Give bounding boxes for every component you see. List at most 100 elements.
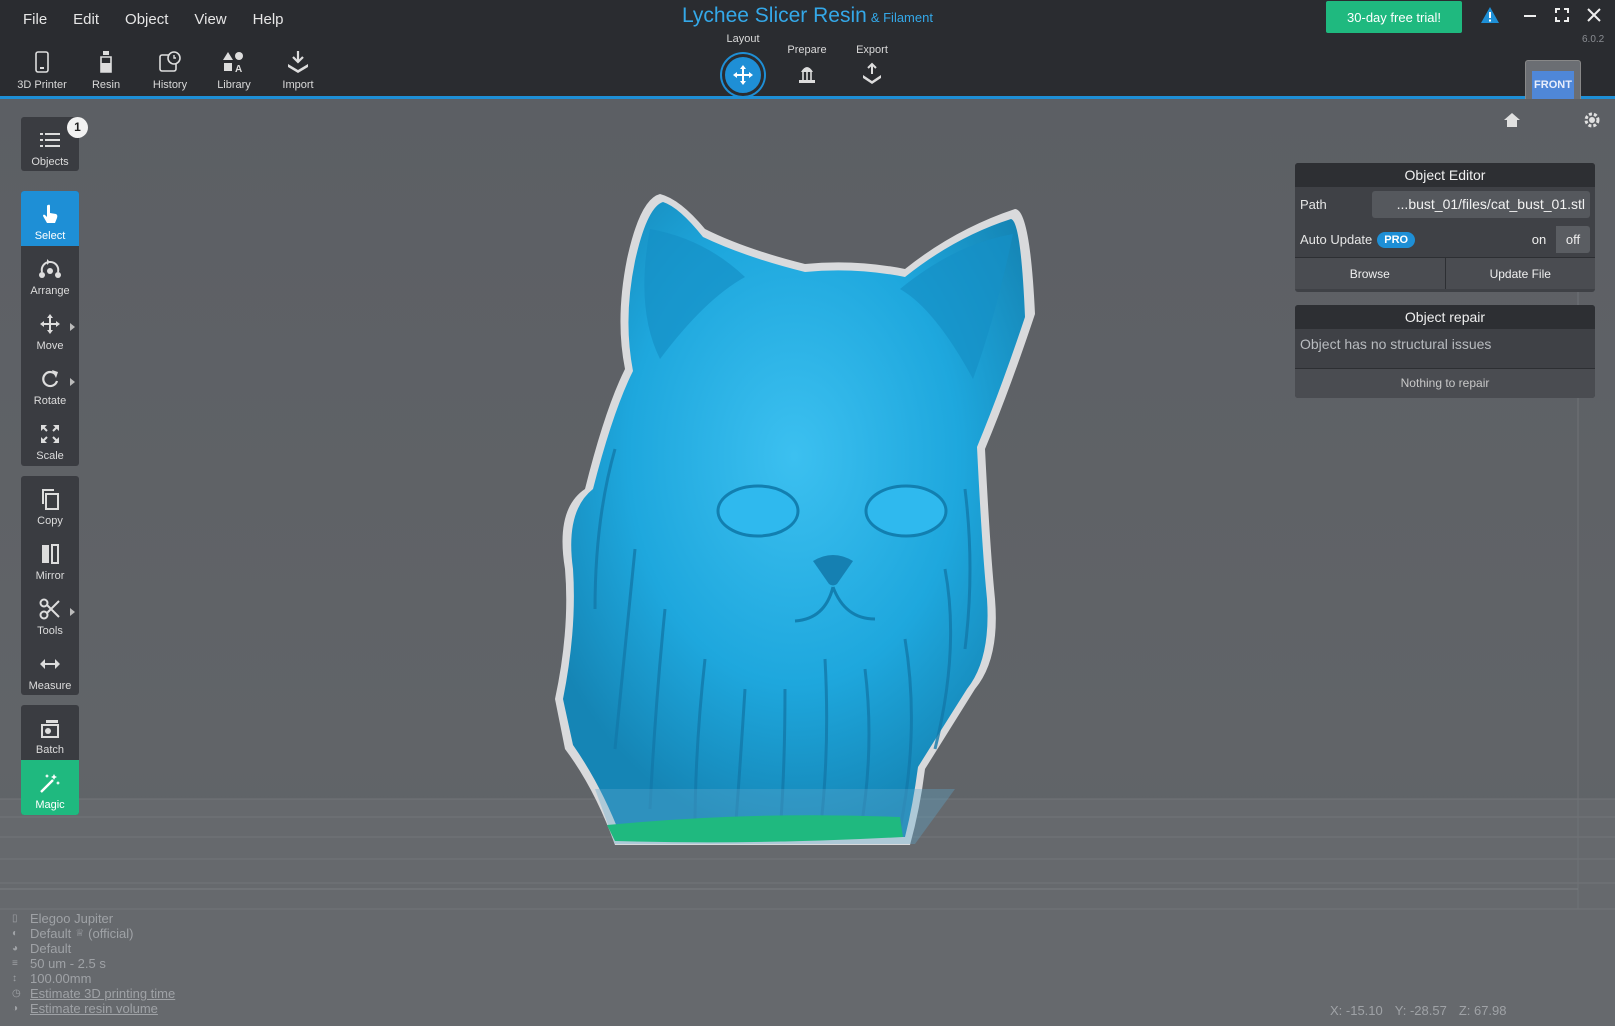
menu-file[interactable]: File xyxy=(10,8,60,31)
move-tool-button[interactable]: Move xyxy=(21,301,79,356)
library-icon: A xyxy=(202,48,266,76)
rotate-label: Rotate xyxy=(33,395,67,407)
supports-icon xyxy=(777,62,837,87)
info-profile[interactable]: ◕ Default xyxy=(12,941,175,956)
menu-help[interactable]: Help xyxy=(240,8,297,31)
version-label: 6.0.2 xyxy=(1582,34,1605,45)
estimate-volume-link[interactable]: Estimate resin volume xyxy=(30,1001,158,1016)
top-bar: File Edit Object View Help Lychee Slicer… xyxy=(0,0,1615,110)
magic-tool-button[interactable]: Magic xyxy=(21,760,79,815)
mode-prepare-button[interactable]: Prepare xyxy=(777,44,837,87)
batch-icon xyxy=(39,715,61,741)
path-row: Path ...bust_01/files/cat_bust_01.stl xyxy=(1295,187,1595,222)
copy-tool-button[interactable]: Copy xyxy=(21,476,79,531)
copy-icon xyxy=(40,486,60,512)
object-repair-title: Object repair xyxy=(1295,305,1595,329)
update-file-button[interactable]: Update File xyxy=(1444,258,1595,289)
move-arrows-icon xyxy=(733,65,753,85)
move-label: Move xyxy=(36,340,64,352)
copy-label: Copy xyxy=(37,515,63,527)
auto-update-row: Auto Update PRO on off xyxy=(1295,222,1595,257)
toggle-off-option[interactable]: off xyxy=(1556,226,1590,253)
minimize-icon[interactable] xyxy=(1519,6,1541,28)
history-button[interactable]: History xyxy=(138,48,202,91)
free-trial-button[interactable]: 30-day free trial! xyxy=(1326,1,1462,33)
info-resin-text: Default xyxy=(30,926,72,941)
batch-tool-button[interactable]: Batch xyxy=(21,705,79,760)
info-layer: ≡ 50 um - 2.5 s xyxy=(12,956,175,971)
magic-wand-icon xyxy=(39,770,61,796)
view-cube-face-label: FRONT xyxy=(1532,71,1574,99)
settings-gear-icon[interactable] xyxy=(1583,111,1601,134)
objects-label: Objects xyxy=(31,156,69,168)
layers-small-icon: ≡ xyxy=(12,958,18,969)
submenu-arrow-icon xyxy=(70,608,75,616)
import-button[interactable]: Import xyxy=(266,48,330,91)
cat-bust-model[interactable] xyxy=(555,189,1055,969)
menu-view[interactable]: View xyxy=(181,8,239,31)
submenu-arrow-icon xyxy=(70,378,75,386)
mirror-tool-button[interactable]: Mirror xyxy=(21,531,79,586)
arrange-tool-button[interactable]: Arrange xyxy=(21,246,79,301)
printer-button[interactable]: 3D Printer xyxy=(10,48,74,91)
mode-export-label: Export xyxy=(856,44,888,56)
scissors-icon xyxy=(39,596,61,622)
height-small-icon: ↕ xyxy=(12,973,17,984)
app-title-main: Lychee Slicer Resin xyxy=(682,4,867,27)
menu-edit[interactable]: Edit xyxy=(60,8,112,31)
info-printer[interactable]: ▯ Elegoo Jupiter xyxy=(12,911,175,926)
resin-button[interactable]: Resin xyxy=(74,48,138,91)
measure-tool-button[interactable]: Measure xyxy=(21,641,79,695)
palette-small-icon: ◕ xyxy=(12,943,19,954)
transform-tools-group: Select Arrange Move Rotate Scale xyxy=(21,191,79,466)
path-field[interactable]: ...bust_01/files/cat_bust_01.stl xyxy=(1372,191,1590,218)
object-editor-title: Object Editor xyxy=(1295,163,1595,187)
arrange-label: Arrange xyxy=(30,285,70,297)
library-button[interactable]: A Library xyxy=(202,48,266,91)
tools-menu-button[interactable]: Tools xyxy=(21,586,79,641)
automation-tools-group: Batch Magic xyxy=(21,705,79,815)
object-repair-panel: Object repair Object has no structural i… xyxy=(1295,305,1595,398)
rotate-tool-button[interactable]: Rotate xyxy=(21,356,79,411)
select-tool-button[interactable]: Select xyxy=(21,191,79,246)
measure-arrows-icon xyxy=(39,651,61,677)
home-view-icon[interactable] xyxy=(1503,111,1521,134)
crown-icon: ♕ xyxy=(75,928,85,939)
mode-export-button[interactable]: Export xyxy=(842,44,902,87)
maximize-icon[interactable] xyxy=(1551,6,1573,28)
nothing-to-repair-button[interactable]: Nothing to repair xyxy=(1295,369,1595,398)
print-info-summary: ▯ Elegoo Jupiter ◐ Default ♕ (official) ◕ Def… xyxy=(12,911,175,1016)
resin-bottle-icon xyxy=(74,48,138,76)
estimate-time-link[interactable]: Estimate 3D printing time xyxy=(30,986,175,1001)
coord-x: X: -15.10 xyxy=(1330,1003,1383,1018)
mirror-icon xyxy=(40,541,60,567)
scale-label: Scale xyxy=(36,450,64,462)
pointer-hand-icon xyxy=(41,201,59,227)
mode-prepare-label: Prepare xyxy=(787,44,827,56)
resin-label: Resin xyxy=(91,79,121,91)
arrange-icon xyxy=(38,256,62,282)
browse-button[interactable]: Browse xyxy=(1295,258,1445,289)
close-icon[interactable] xyxy=(1583,6,1605,28)
toggle-on-option[interactable]: on xyxy=(1522,226,1556,253)
menu-bar: File Edit Object View Help xyxy=(10,8,297,31)
mirror-label: Mirror xyxy=(35,570,65,582)
repair-status-message: Object has no structural issues xyxy=(1295,329,1595,369)
info-height: ↕ 100.00mm xyxy=(12,971,175,986)
import-icon xyxy=(266,48,330,76)
select-label: Select xyxy=(34,230,66,242)
submenu-arrow-icon xyxy=(70,323,75,331)
info-resin[interactable]: ◐ Default ♕ (official) xyxy=(12,926,175,941)
scale-icon xyxy=(40,421,60,447)
scale-tool-button[interactable]: Scale xyxy=(21,411,79,466)
magic-label: Magic xyxy=(35,799,65,811)
menu-object[interactable]: Object xyxy=(112,8,181,31)
objects-count-badge: 1 xyxy=(67,117,88,138)
cursor-coordinates: X: -15.10 Y: -28.57 Z: 67.98 xyxy=(1330,1003,1507,1018)
mode-layout-button[interactable] xyxy=(722,54,764,96)
coord-y: Y: -28.57 xyxy=(1394,1003,1447,1018)
warning-icon[interactable] xyxy=(1479,6,1501,28)
export-icon xyxy=(842,62,902,87)
info-estimate-volume: ◑ Estimate resin volume xyxy=(12,1001,175,1016)
mode-layout-label: Layout xyxy=(726,33,760,45)
